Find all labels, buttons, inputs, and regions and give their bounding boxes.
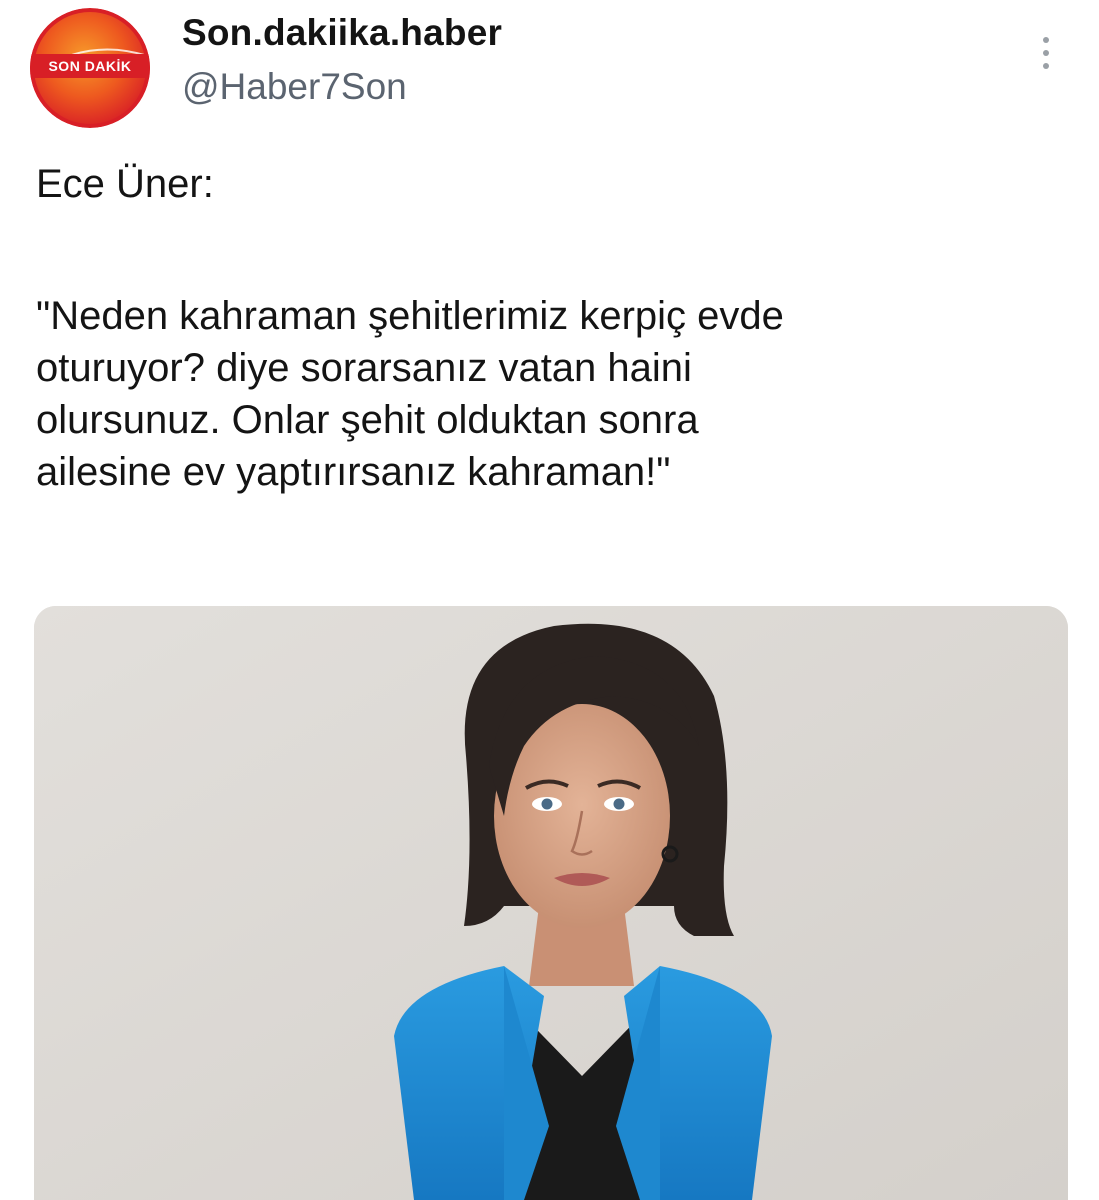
portrait-image bbox=[34, 606, 1068, 1200]
more-vertical-icon-dot bbox=[1043, 50, 1049, 56]
tweet-photo[interactable] bbox=[34, 606, 1068, 1200]
avatar[interactable]: SON DAKİK bbox=[30, 8, 150, 128]
tweet-text: Ece Üner: "Neden kahraman şehitlerimiz k… bbox=[36, 158, 1066, 498]
more-vertical-icon-dot bbox=[1043, 63, 1049, 69]
user-handle[interactable]: @Haber7Son bbox=[182, 66, 407, 108]
quote-line: oturuyor? diye sorarsanız vatan haini bbox=[36, 346, 692, 390]
quote-line: ailesine ev yaptırırsanız kahraman!" bbox=[36, 450, 671, 494]
more-vertical-icon bbox=[1043, 37, 1049, 43]
quote-line: "Neden kahraman şehitlerimiz kerpiç evde bbox=[36, 294, 784, 338]
tweet-speaker: Ece Üner: bbox=[36, 162, 214, 206]
display-name[interactable]: Son.dakiika.haber bbox=[182, 12, 502, 54]
son-dakika-logo-icon: SON DAKİK bbox=[30, 8, 150, 128]
tweet-card: SON DAKİK Son.dakiika.haber @Haber7Son E… bbox=[0, 0, 1099, 1200]
more-options-button[interactable] bbox=[1028, 28, 1064, 78]
quote-line: olursunuz. Onlar şehit olduktan sonra bbox=[36, 398, 699, 442]
logo-text: SON DAKİK bbox=[48, 58, 131, 74]
